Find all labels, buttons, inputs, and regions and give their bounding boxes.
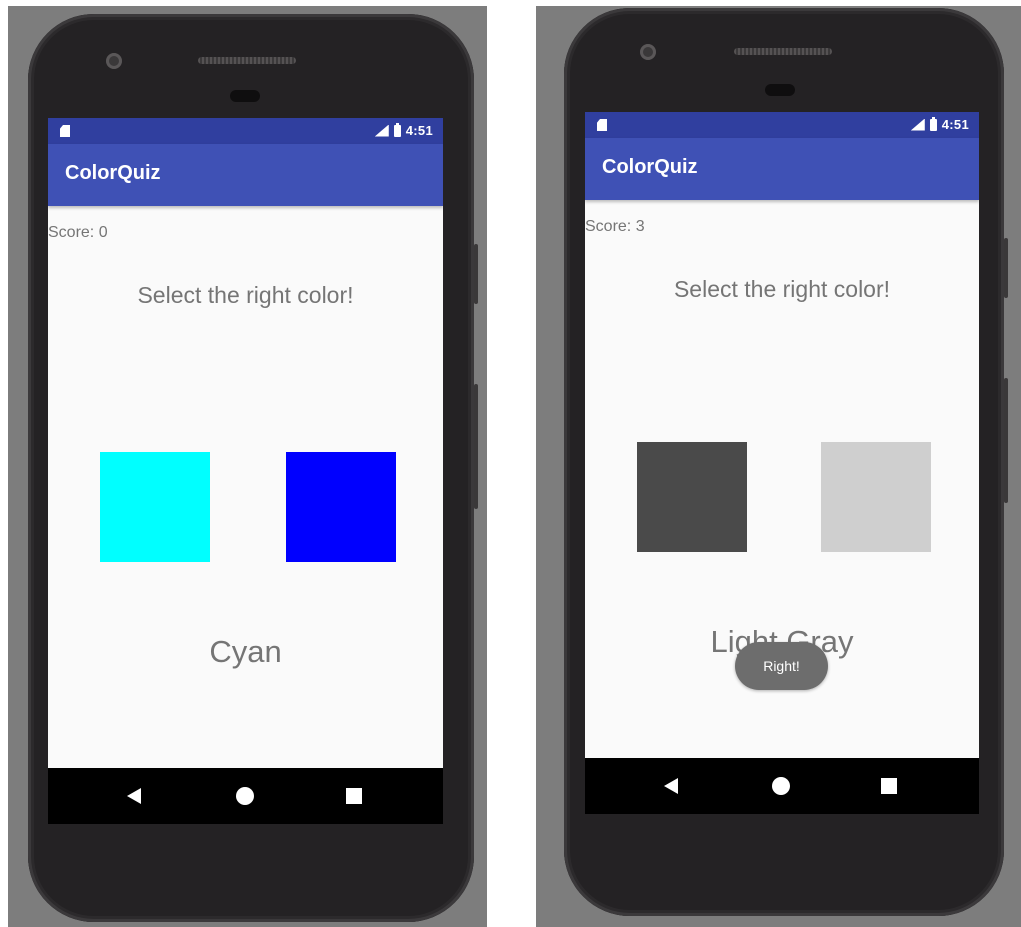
home-icon <box>772 777 790 795</box>
front-camera <box>640 44 656 60</box>
power-button <box>474 384 478 509</box>
power-button <box>1004 378 1008 503</box>
sd-card-icon <box>60 125 70 137</box>
home-icon <box>236 787 254 805</box>
proximity-sensor <box>230 90 260 102</box>
toast-message: Right! <box>735 642 828 690</box>
app-title: ColorQuiz <box>65 162 161 184</box>
app-screen: 4:51 ColorQuiz Score: 0 Select the right… <box>48 118 443 824</box>
score-label: Score: 0 <box>48 224 108 241</box>
color-swatch-left[interactable] <box>637 442 747 552</box>
color-swatch-right[interactable] <box>286 452 396 562</box>
phone-frame-left: 4:51 ColorQuiz Score: 0 Select the right… <box>28 14 478 922</box>
signal-4g-icon <box>374 124 389 137</box>
right-panel: 4:51 ColorQuiz Score: 3 Select the right… <box>536 6 1021 927</box>
recents-button[interactable] <box>859 758 919 814</box>
screenshot-stage: 4:51 ColorQuiz Score: 0 Select the right… <box>0 0 1021 927</box>
score-label: Score: 3 <box>585 218 645 235</box>
battery-icon <box>929 116 937 131</box>
status-time: 4:51 <box>941 117 969 132</box>
color-swatch-left[interactable] <box>100 452 210 562</box>
recents-icon <box>346 788 362 804</box>
navigation-bar <box>48 768 443 824</box>
front-camera <box>106 53 122 69</box>
app-bar: ColorQuiz <box>585 138 979 200</box>
app-title: ColorQuiz <box>602 156 698 178</box>
phone-frame-right: 4:51 ColorQuiz Score: 3 Select the right… <box>564 8 1008 916</box>
battery-icon <box>393 122 401 137</box>
volume-button <box>1004 238 1008 298</box>
back-icon <box>664 778 678 794</box>
quiz-prompt: Select the right color! <box>137 282 354 308</box>
recents-button[interactable] <box>324 768 384 824</box>
sd-card-icon <box>597 119 607 131</box>
home-button[interactable] <box>751 758 811 814</box>
status-bar: 4:51 <box>585 112 979 138</box>
recents-icon <box>881 778 897 794</box>
quiz-prompt: Select the right color! <box>673 276 891 302</box>
back-icon <box>127 788 141 804</box>
signal-4g-icon <box>910 118 925 131</box>
earpiece-speaker <box>198 57 296 64</box>
status-icons: 4:51 <box>910 116 969 132</box>
app-bar: ColorQuiz <box>48 144 443 206</box>
app-screen: 4:51 ColorQuiz Score: 3 Select the right… <box>585 112 979 814</box>
earpiece-speaker <box>734 48 832 55</box>
back-button[interactable] <box>641 758 701 814</box>
proximity-sensor <box>765 84 795 96</box>
back-button[interactable] <box>104 768 164 824</box>
navigation-bar <box>585 758 979 814</box>
status-time: 4:51 <box>405 123 433 138</box>
color-swatch-right[interactable] <box>821 442 931 552</box>
left-panel: 4:51 ColorQuiz Score: 0 Select the right… <box>8 6 487 927</box>
status-icons: 4:51 <box>374 122 433 138</box>
home-button[interactable] <box>215 768 275 824</box>
color-name-label: Cyan <box>209 634 282 669</box>
status-bar: 4:51 <box>48 118 443 144</box>
volume-button <box>474 244 478 304</box>
